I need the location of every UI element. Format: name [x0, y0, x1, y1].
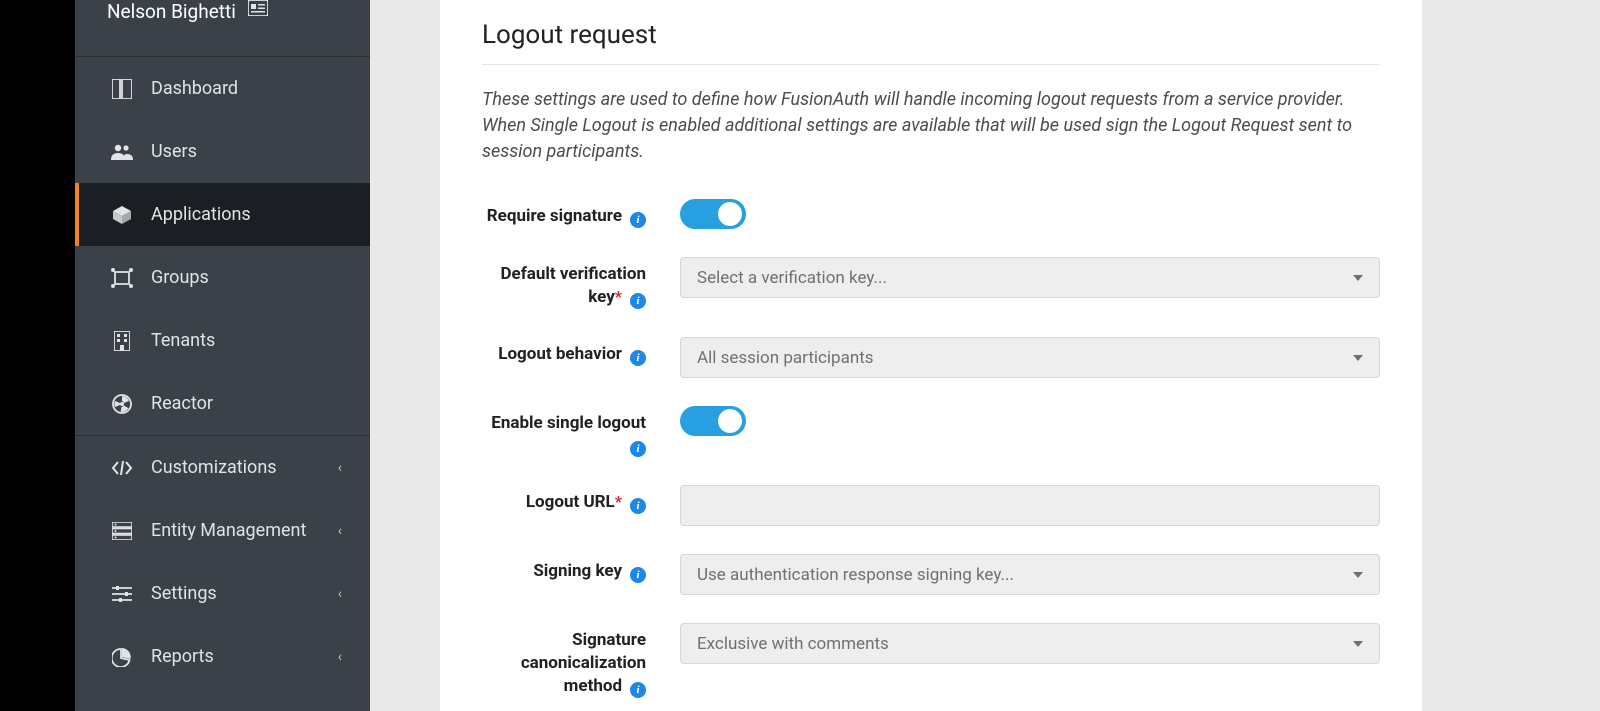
chevron-down-icon	[1353, 355, 1363, 361]
sidebar-item-label: Tenants	[151, 330, 342, 351]
info-icon[interactable]: i	[630, 441, 646, 457]
select-logout-behavior[interactable]: All session participants	[680, 337, 1380, 378]
sliders-icon	[111, 583, 133, 605]
users-icon	[111, 141, 133, 163]
sidebar-item-label: Dashboard	[151, 78, 342, 99]
info-icon[interactable]: i	[630, 350, 646, 366]
row-signature-canonicalization-method: Signature canonicalization method i Excl…	[482, 623, 1380, 698]
select-value: Exclusive with comments	[697, 634, 889, 654]
required-marker: *	[615, 287, 622, 306]
chevron-left-icon: ‹	[338, 649, 342, 665]
chevron-left-icon: ‹	[338, 523, 342, 539]
nav: Dashboard Users Applications Groups Tena…	[75, 57, 370, 688]
select-signature-canonicalization-method[interactable]: Exclusive with comments	[680, 623, 1380, 664]
chevron-left-icon: ‹	[338, 460, 342, 476]
sidebar-item-label: Reports	[151, 646, 338, 667]
select-default-verification-key[interactable]: Select a verification key...	[680, 257, 1380, 298]
select-value: Use authentication response signing key.…	[697, 565, 1014, 585]
info-icon[interactable]: i	[630, 293, 646, 309]
content-panel: Logout request These settings are used t…	[440, 0, 1422, 711]
groups-icon	[111, 267, 133, 289]
info-icon[interactable]: i	[630, 682, 646, 698]
sidebar-item-label: Entity Management	[151, 520, 338, 541]
sidebar-item-users[interactable]: Users	[75, 120, 370, 183]
building-icon	[111, 330, 133, 352]
chevron-down-icon	[1353, 641, 1363, 647]
label-signature-canonicalization-method: Signature canonicalization method	[521, 630, 646, 696]
reactor-icon	[111, 393, 133, 415]
chevron-down-icon	[1353, 275, 1363, 281]
sidebar-item-settings[interactable]: Settings ‹	[75, 562, 370, 625]
sidebar-item-label: Users	[151, 141, 342, 162]
toggle-enable-single-logout[interactable]	[680, 406, 746, 436]
row-logout-behavior: Logout behavior i All session participan…	[482, 337, 1380, 378]
sidebar-item-label: Settings	[151, 583, 338, 604]
server-icon	[111, 520, 133, 542]
sidebar-item-label: Applications	[151, 204, 342, 225]
chevron-left-icon: ‹	[338, 586, 342, 602]
cube-icon	[111, 204, 133, 226]
input-logout-url[interactable]	[680, 485, 1380, 526]
label-default-verification-key: Default verification key	[500, 264, 646, 307]
sidebar-item-groups[interactable]: Groups	[75, 246, 370, 309]
select-signing-key[interactable]: Use authentication response signing key.…	[680, 554, 1380, 595]
label-logout-behavior: Logout behavior	[498, 344, 622, 364]
sidebar-item-customizations[interactable]: Customizations ‹	[75, 436, 370, 499]
id-card-icon	[248, 0, 268, 16]
sidebar-user[interactable]: Nelson Bighetti	[75, 0, 370, 56]
code-icon	[111, 457, 133, 479]
sidebar-item-label: Groups	[151, 267, 342, 288]
row-enable-single-logout: Enable single logout i	[482, 406, 1380, 457]
username: Nelson Bighetti	[107, 0, 236, 23]
dashboard-icon	[111, 78, 133, 100]
info-icon[interactable]: i	[630, 212, 646, 228]
sidebar-item-applications[interactable]: Applications	[75, 183, 370, 246]
sidebar-item-dashboard[interactable]: Dashboard	[75, 57, 370, 120]
pie-chart-icon	[111, 646, 133, 668]
select-value: All session participants	[697, 348, 874, 368]
sidebar-item-label: Customizations	[151, 457, 338, 478]
row-logout-url: Logout URL* i	[482, 485, 1380, 526]
sidebar-item-reports[interactable]: Reports ‹	[75, 625, 370, 688]
row-default-verification-key: Default verification key* i Select a ver…	[482, 257, 1380, 309]
sidebar-item-reactor[interactable]: Reactor	[75, 372, 370, 435]
label-logout-url: Logout URL	[526, 492, 615, 512]
sidebar-item-tenants[interactable]: Tenants	[75, 309, 370, 372]
label-signing-key: Signing key	[533, 561, 622, 581]
required-marker: *	[615, 492, 622, 511]
section-description: These settings are used to define how Fu…	[482, 87, 1380, 165]
label-require-signature: Require signature	[487, 206, 622, 226]
info-icon[interactable]: i	[630, 498, 646, 514]
row-require-signature: Require signature i	[482, 199, 1380, 229]
sidebar-item-label: Reactor	[151, 393, 342, 414]
toggle-require-signature[interactable]	[680, 199, 746, 229]
section-title: Logout request	[482, 20, 1380, 65]
select-value: Select a verification key...	[697, 268, 887, 288]
sidebar: Nelson Bighetti Dashboard Users Applicat…	[75, 0, 370, 711]
sidebar-item-entity-management[interactable]: Entity Management ‹	[75, 499, 370, 562]
chevron-down-icon	[1353, 572, 1363, 578]
info-icon[interactable]: i	[630, 567, 646, 583]
label-enable-single-logout: Enable single logout	[491, 413, 646, 433]
row-signing-key: Signing key i Use authentication respons…	[482, 554, 1380, 595]
